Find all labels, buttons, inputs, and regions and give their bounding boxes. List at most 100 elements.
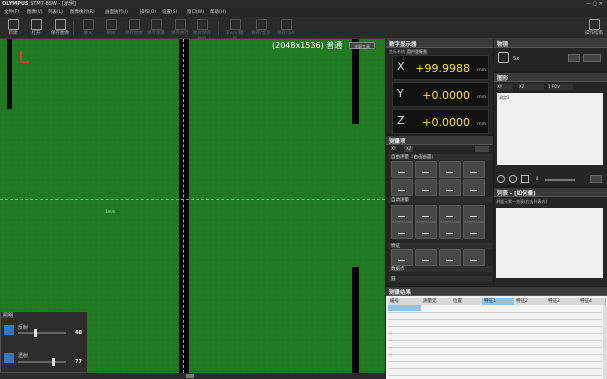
measure-tool-button[interactable] [391,161,413,178]
results-column-header[interactable]: 测量元 [421,298,454,305]
live-image-area[interactable]: (2048x1536) 普通 全屏工具 1mm 照明 反射 48 透射 77 [0,39,385,373]
toolbar-icon [196,19,208,30]
menu-item[interactable]: 图像(V) [27,10,43,16]
menu-item[interactable]: 设置(S) [162,10,177,16]
toolbar-button[interactable]: 保存执行 [170,19,190,37]
zoom-in-icon[interactable] [497,175,505,183]
fit-view-icon[interactable] [521,175,529,183]
measure-tool-button[interactable] [463,161,485,178]
results-column-header[interactable]: 编号 [388,298,424,305]
toolbar-button[interactable]: 撤入 [78,19,98,37]
results-column-header[interactable]: 特征1 [482,298,517,305]
toolbar-button[interactable]: 新建 [3,19,23,37]
measure-tool-icon [422,227,429,234]
app-title: OLYMPUS STM7-BSW - [示例] [2,1,76,7]
results-column-header[interactable]: 特征4 [578,298,606,305]
measure-tool-button[interactable] [463,179,485,196]
dro-row-y[interactable]: Y +0.0000 mm [392,82,489,107]
dro-row-x[interactable]: X +99.9988 mm [392,55,489,80]
menu-item[interactable]: 列表(L) [48,10,63,16]
objective-settings-button[interactable] [568,54,580,62]
measure-gear-button[interactable] [475,146,489,152]
window-controls[interactable]: — ▢ ✕ [586,1,603,7]
toolbar-button[interactable]: 保存CSV [276,19,296,37]
menu-item[interactable]: 帮助(H) [210,10,226,16]
measure-tool-icon [398,166,405,173]
zoom-out-icon[interactable] [509,175,517,183]
reflect-slider-thumb[interactable] [34,329,37,337]
measure-tool-button[interactable] [391,179,413,196]
toolbar-button[interactable]: 保存测量 [146,19,166,37]
objective-icon[interactable] [498,52,509,63]
transmit-slider-thumb[interactable] [52,358,55,366]
measure-tool-button[interactable] [439,205,461,222]
fullscreen-tool-button[interactable]: 全屏工具 [349,42,375,49]
reflect-light-icon[interactable] [4,325,14,335]
results-column-header[interactable]: 位置 [451,298,485,305]
toolbar-button[interactable]: 图片保存执行 [192,19,212,42]
measure-tool-button[interactable] [415,179,437,196]
graphics-field-xy[interactable]: XY [497,84,513,90]
list-area[interactable] [496,208,603,278]
guide-icon [588,19,600,30]
menu-item[interactable]: 窗口(W) [187,10,204,16]
toolbar-button[interactable]: 保存/显示 [251,19,271,37]
toolbar-button[interactable]: 保存图像 [50,19,70,37]
transmit-slider[interactable] [18,361,66,363]
results-column-header[interactable]: 特征2 [514,298,549,305]
measure-tool-button[interactable] [439,249,461,266]
menu-item[interactable]: 文件(F) [4,10,19,16]
measure-tool-button[interactable] [463,222,485,239]
measure-section[interactable]: 圆 [388,276,492,282]
graphics-option-button[interactable] [590,175,602,183]
horizontal-scrollbar[interactable] [0,373,385,379]
measure-tool-button[interactable] [391,249,413,266]
toolbar-button[interactable]: 打开 [26,19,46,37]
measure-section[interactable]: 自动测量 [388,197,492,203]
dro-row-z[interactable]: Z +0.0000 mm [392,109,489,134]
selected-cell [388,305,421,311]
measure-tool-button[interactable] [439,179,461,196]
measure-tool-button[interactable] [415,249,437,266]
measure-tool-icon [470,184,477,191]
toolbar-icon [128,19,140,30]
graphics-field-xz[interactable]: XZ [519,84,544,90]
objective-gear-button[interactable] [583,54,601,62]
measure-tool-button[interactable] [415,161,437,178]
list-subtitle: 测量元素一览表(右击列表内) [496,199,548,204]
toolbar-button[interactable]: 删除 [101,19,121,37]
results-header: 测量结果 ᵖ ✕ [386,287,607,296]
results-scrollbar[interactable] [603,305,607,379]
measure-section[interactable]: 数据点 [388,266,492,272]
transmit-light-icon[interactable] [4,353,14,363]
toolbar-icon [30,19,42,30]
menu-item[interactable]: 操作(O) [140,10,156,16]
reflect-slider[interactable] [18,332,66,334]
graphics-canvas[interactable]: 测定1 [497,93,603,165]
measure-tool-button[interactable] [415,205,437,222]
measure-tool-button[interactable] [463,249,485,266]
lighting-title: 照明 [3,313,14,319]
measure-tool-button[interactable] [391,205,413,222]
toolbar-button[interactable]: Excel输出 [225,19,245,42]
results-column-header[interactable]: 特征3 [546,298,581,305]
zoom-slider[interactable] [545,179,575,181]
zoom-value: 8 [536,176,539,181]
measure-tool-button[interactable] [415,222,437,239]
menu-item[interactable]: 画面执行(I) [105,10,128,16]
measure-tool-button[interactable] [391,222,413,239]
toolbar-button[interactable]: 保存图像 [124,19,144,37]
measure-tool-button[interactable] [439,222,461,239]
transmit-label: 透射 [18,353,29,359]
toolbar-icon [105,19,117,30]
graphics-field-fov[interactable]: 1 FOV [548,84,573,90]
measure-tab-xz[interactable]: XZ [404,146,414,152]
measure-tab-xy[interactable]: XY [391,146,396,152]
guide-button[interactable]: 操作指南 [582,19,606,37]
results-row[interactable] [388,368,602,376]
scroll-thumb[interactable] [186,374,194,378]
menu-item[interactable]: 图像执行(R) [70,10,95,16]
measure-section[interactable]: 自由测量（右击画面） [388,154,492,160]
measure-tool-button[interactable] [439,161,461,178]
measure-tool-button[interactable] [463,205,485,222]
